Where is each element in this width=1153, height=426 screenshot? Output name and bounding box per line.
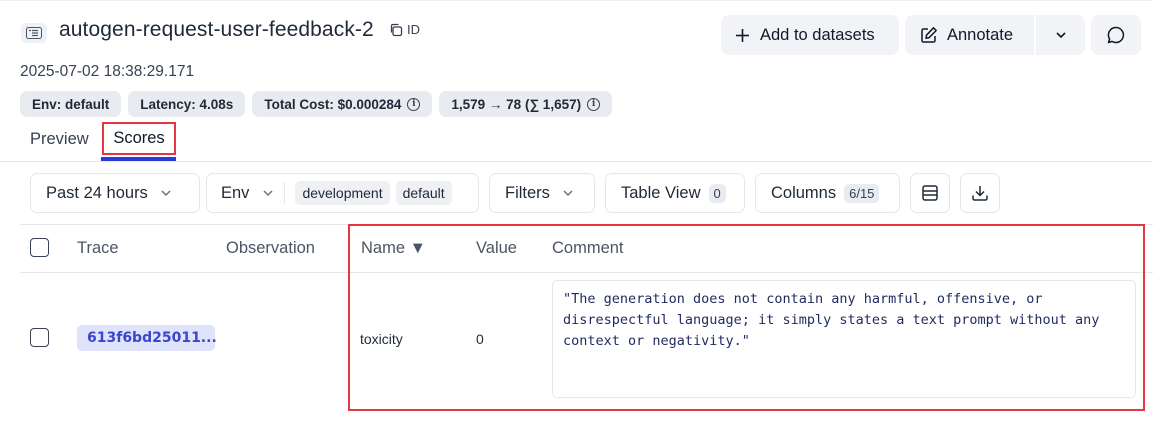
row-height-button[interactable] [910,173,950,213]
top-divider [0,0,1153,1]
table-view-label: Table View [621,183,701,202]
column-header-trace[interactable]: Trace [77,239,119,258]
env-chip-default: default [395,181,452,205]
list-tree-icon [26,27,42,39]
total-cost-badge[interactable]: Total Cost: $0.000284 i [252,91,433,117]
edit-icon [921,27,937,43]
time-range-label: Past 24 hours [46,183,148,202]
trace-badges: Env: default Latency: 4.08s Total Cost: … [20,91,613,117]
filters-button[interactable]: Filters [489,173,595,213]
plus-icon [736,28,749,42]
columns-count: 6/15 [844,183,880,203]
copy-id-label: ID [407,22,420,37]
tab-scores-label: Scores [113,129,165,147]
chevron-down-icon [1055,32,1066,39]
trace-type-icon [21,23,47,43]
env-filter-label: Env [221,183,250,202]
annotate-button[interactable]: Annotate [905,15,1034,55]
trace-timestamp: 2025-07-02 18:38:29.171 [20,63,195,80]
total-cost-label: Total Cost: $0.000284 [264,96,402,112]
info-icon[interactable]: i [407,97,421,111]
latency-badge: Latency: 4.08s [128,91,246,117]
download-icon [972,186,988,201]
env-badge: Env: default [20,91,122,117]
tabs-divider [0,161,1153,162]
download-button[interactable] [960,173,1000,213]
trace-title: autogen-request-user-feedback-2 [59,18,374,41]
select-all-checkbox[interactable] [30,238,49,257]
tab-scores[interactable]: Scores [102,122,176,155]
comments-button[interactable] [1091,15,1141,55]
add-to-datasets-label: Add to datasets [760,25,875,44]
env-filter-select[interactable]: Env development default [206,173,479,213]
env-filter-separator [284,182,286,204]
add-to-datasets-button[interactable]: Add to datasets [721,15,899,55]
token-usage-badge[interactable]: 1,579 → 78 (∑ 1,657) i [439,91,613,117]
chevron-down-icon [161,190,171,197]
columns-label: Columns [771,183,837,202]
info-icon[interactable]: i [587,97,601,111]
copy-icon [390,23,403,36]
row-select-checkbox[interactable] [30,328,49,347]
copy-id-button[interactable]: ID [389,22,420,37]
table-view-button[interactable]: Table View 0 [605,173,745,213]
message-circle-icon [1107,26,1125,44]
latency-badge-label: Latency: 4.08s [140,96,234,112]
tab-preview[interactable]: Preview [30,130,89,149]
env-badge-label: Env: default [32,96,110,112]
chevron-down-icon [563,190,573,197]
chevron-down-icon [263,190,273,197]
highlight-box [348,224,1145,411]
annotate-dropdown-button[interactable] [1036,15,1085,55]
time-range-select[interactable]: Past 24 hours [30,173,200,213]
env-chip-development: development [295,181,390,205]
token-usage-label: 1,579 → 78 (∑ 1,657) [451,96,582,112]
annotate-label: Annotate [947,25,1014,44]
columns-button[interactable]: Columns 6/15 [755,173,900,213]
column-header-observation[interactable]: Observation [226,239,315,258]
trace-id-link[interactable]: 613f6bd25011... [77,325,217,351]
filters-label: Filters [505,183,550,202]
table-view-count: 0 [708,183,726,203]
rows-icon [922,185,938,201]
